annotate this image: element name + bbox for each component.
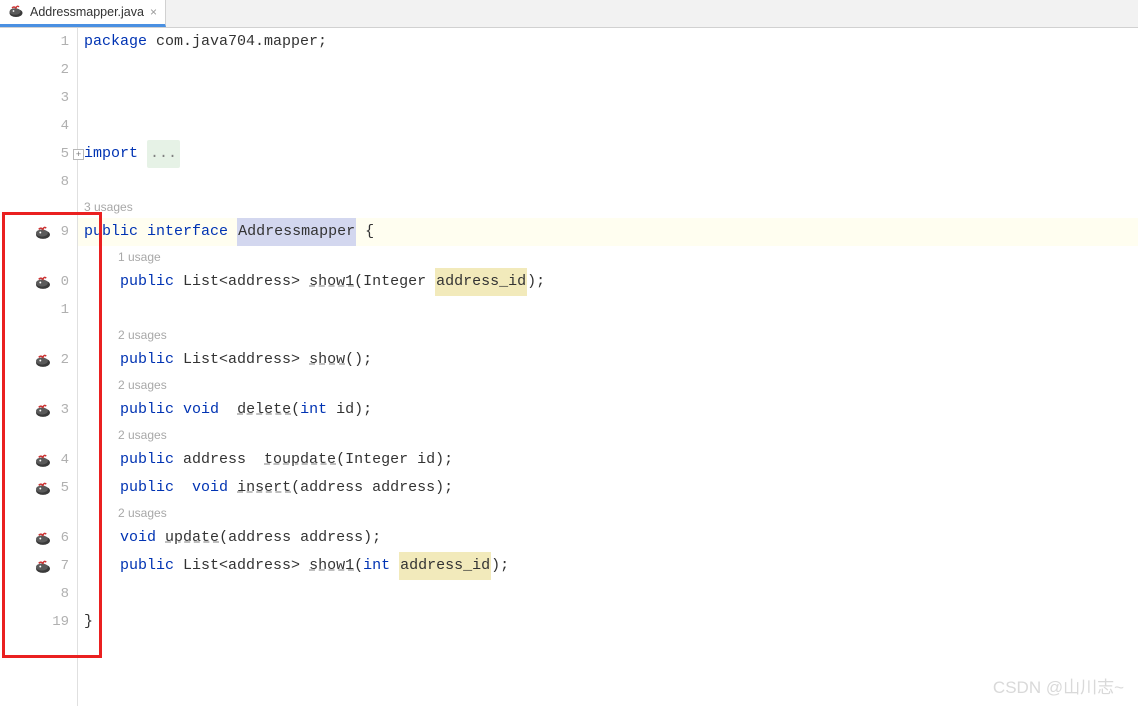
code-text: } xyxy=(84,608,93,636)
mybatis-icon[interactable] xyxy=(34,401,52,419)
mybatis-icon xyxy=(8,4,24,21)
tab-filename: Addressmapper.java xyxy=(30,5,144,19)
keyword: int xyxy=(363,552,390,580)
line-number: 1 xyxy=(47,34,69,50)
code-text: List<address> xyxy=(174,268,309,296)
code-text: (address address); xyxy=(291,474,453,502)
keyword: interface xyxy=(147,218,228,246)
code-text: { xyxy=(356,218,374,246)
code-text: ); xyxy=(527,268,545,296)
parameter: address_id xyxy=(435,268,527,296)
keyword: void xyxy=(120,524,156,552)
close-icon[interactable]: × xyxy=(150,5,157,19)
line-number: 8 xyxy=(47,586,69,602)
code-text: com.java704.mapper; xyxy=(147,28,327,56)
class-name: Addressmapper xyxy=(237,218,356,246)
folded-region[interactable]: ... xyxy=(147,140,180,168)
keyword: public xyxy=(120,268,174,296)
mybatis-icon[interactable] xyxy=(34,479,52,497)
tab-bar: Addressmapper.java × xyxy=(0,0,1138,28)
keyword: package xyxy=(84,28,147,56)
keyword: public xyxy=(120,446,174,474)
mybatis-icon[interactable] xyxy=(34,223,52,241)
gutter[interactable]: 1 2 3 4 5+ 8 9 0 1 2 3 4 5 6 7 8 19 xyxy=(0,28,78,706)
code-text: address xyxy=(174,446,264,474)
keyword: void xyxy=(183,396,219,424)
usage-hint[interactable]: 1 usage xyxy=(78,243,161,271)
mybatis-icon[interactable] xyxy=(34,351,52,369)
mybatis-icon[interactable] xyxy=(34,451,52,469)
line-number: 19 xyxy=(47,614,69,630)
code-text: (Integer xyxy=(354,268,435,296)
method: delete xyxy=(237,396,291,424)
usage-hint[interactable]: 2 usages xyxy=(78,499,167,527)
fold-icon[interactable]: + xyxy=(73,149,84,160)
method: toupdate xyxy=(264,446,336,474)
line-number: 5 xyxy=(47,146,69,162)
mybatis-icon[interactable] xyxy=(34,273,52,291)
method: show xyxy=(309,346,345,374)
method: update xyxy=(165,524,219,552)
editor: 1 2 3 4 5+ 8 9 0 1 2 3 4 5 6 7 8 19 pack… xyxy=(0,28,1138,706)
code-text: List<address> xyxy=(174,552,309,580)
code-text: ); xyxy=(491,552,509,580)
watermark: CSDN @山川志~ xyxy=(993,673,1124,698)
keyword: public xyxy=(120,474,174,502)
line-number: 2 xyxy=(47,62,69,78)
line-number: 8 xyxy=(47,174,69,190)
file-tab[interactable]: Addressmapper.java × xyxy=(0,0,166,27)
code-text: List<address> xyxy=(174,346,309,374)
usage-hint[interactable]: 2 usages xyxy=(78,371,167,399)
mybatis-icon[interactable] xyxy=(34,529,52,547)
keyword: public xyxy=(120,552,174,580)
keyword: public xyxy=(120,346,174,374)
code-text: id); xyxy=(327,396,372,424)
line-number: 4 xyxy=(47,118,69,134)
code-text: (Integer id); xyxy=(336,446,453,474)
code-text: (address address); xyxy=(219,524,381,552)
usage-hint[interactable]: 2 usages xyxy=(78,421,167,449)
code-text: (); xyxy=(345,346,372,374)
keyword: public xyxy=(84,218,138,246)
line-number: 1 xyxy=(47,302,69,318)
keyword: public xyxy=(120,396,174,424)
method: show1 xyxy=(309,552,354,580)
line-number: 3 xyxy=(47,90,69,106)
usage-hint[interactable]: 2 usages xyxy=(78,321,167,349)
method: show1 xyxy=(309,268,354,296)
method: insert xyxy=(237,474,291,502)
usage-hint[interactable]: 3 usages xyxy=(78,193,133,221)
keyword: int xyxy=(300,396,327,424)
keyword: void xyxy=(192,474,228,502)
code-area[interactable]: package com.java704.mapper; import ... 3… xyxy=(78,28,1138,706)
mybatis-icon[interactable] xyxy=(34,557,52,575)
parameter: address_id xyxy=(399,552,491,580)
keyword: import xyxy=(84,140,138,168)
